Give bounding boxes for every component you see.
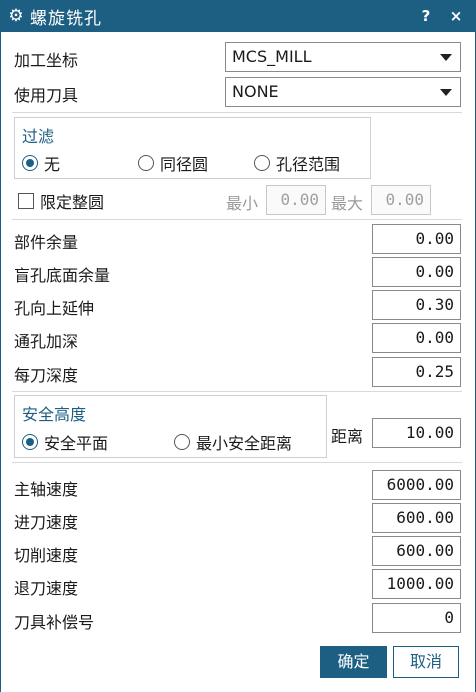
distance-label: 距离 [331, 427, 364, 446]
coord-select-value: MCS_MILL [232, 47, 312, 66]
dialog-title: 螺旋铣孔 [30, 8, 102, 29]
coord-label: 加工坐标 [14, 51, 79, 70]
safety-group-title: 安全高度 [22, 405, 87, 424]
min-label: 最小 [226, 194, 259, 213]
limit-full-circle-label: 限定整圆 [40, 193, 105, 212]
speed-input-tool-comp[interactable]: 0 [372, 603, 461, 633]
separator [12, 219, 462, 220]
param-input-through-deepen[interactable]: 0.00 [372, 323, 461, 353]
param-label-depth-per-cut: 每刀深度 [14, 366, 79, 385]
safety-radio-plane-label: 安全平面 [44, 434, 109, 453]
separator [12, 462, 462, 463]
param-input-blind-bottom[interactable]: 0.00 [372, 257, 461, 287]
limit-full-circle-checkbox[interactable]: 限定整圆 [18, 189, 104, 213]
min-input[interactable]: 0.00 [266, 185, 326, 215]
max-label: 最大 [331, 194, 364, 213]
radio-icon [254, 155, 270, 171]
separator [12, 112, 462, 113]
param-label-through-deepen: 通孔加深 [14, 332, 79, 351]
max-input[interactable]: 0.00 [371, 185, 431, 215]
tool-select-value: NONE [232, 82, 279, 101]
param-label-stock: 部件余量 [14, 233, 79, 252]
param-label-extend-up: 孔向上延伸 [14, 299, 95, 318]
filter-radio-none[interactable]: 无 [22, 151, 60, 175]
filter-radio-diameter-range-label: 孔径范围 [276, 155, 341, 174]
tool-select[interactable]: NONE [225, 77, 461, 107]
filter-radio-diameter-range[interactable]: 孔径范围 [254, 151, 340, 175]
param-label-blind-bottom: 盲孔底面余量 [14, 266, 111, 285]
help-button[interactable]: ? [414, 0, 438, 32]
filter-radio-same-diameter[interactable]: 同径圆 [138, 151, 208, 175]
param-input-stock[interactable]: 0.00 [372, 224, 461, 254]
safety-radio-min-distance-label: 最小安全距离 [196, 434, 293, 453]
speed-label-cutting: 切削速度 [14, 546, 79, 565]
separator [12, 391, 462, 392]
title-bar: ⚙ 螺旋铣孔 ? × [0, 0, 476, 32]
checkbox-icon [18, 193, 34, 209]
cancel-button[interactable]: 取消 [393, 646, 459, 678]
chevron-down-icon [440, 54, 452, 61]
radio-selected-icon [22, 155, 38, 171]
speed-label-feed-in: 进刀速度 [14, 513, 79, 532]
radio-icon [138, 155, 154, 171]
ok-button[interactable]: 确定 [320, 646, 387, 678]
distance-input[interactable]: 10.00 [372, 418, 461, 448]
speed-input-retract[interactable]: 1000.00 [372, 569, 461, 599]
speed-input-cutting[interactable]: 600.00 [372, 536, 461, 566]
tool-label: 使用刀具 [14, 86, 79, 105]
radio-selected-icon [22, 434, 38, 450]
speed-label-spindle: 主轴速度 [14, 480, 79, 499]
speed-label-tool-comp: 刀具补偿号 [14, 613, 95, 632]
param-input-depth-per-cut[interactable]: 0.25 [372, 357, 461, 387]
filter-radio-none-label: 无 [44, 155, 61, 174]
radio-icon [174, 434, 190, 450]
param-input-extend-up[interactable]: 0.30 [372, 290, 461, 320]
gear-icon: ⚙ [8, 6, 24, 26]
coord-select[interactable]: MCS_MILL [225, 42, 461, 72]
speed-label-retract: 退刀速度 [14, 579, 79, 598]
filter-radio-same-diameter-label: 同径圆 [160, 155, 209, 174]
safety-radio-min-distance[interactable]: 最小安全距离 [174, 430, 292, 454]
safety-radio-plane[interactable]: 安全平面 [22, 430, 108, 454]
speed-input-feed-in[interactable]: 600.00 [372, 503, 461, 533]
speed-input-spindle[interactable]: 6000.00 [372, 470, 461, 500]
close-button[interactable]: × [444, 0, 468, 32]
filter-group-title: 过滤 [22, 127, 55, 146]
chevron-down-icon [440, 89, 452, 96]
